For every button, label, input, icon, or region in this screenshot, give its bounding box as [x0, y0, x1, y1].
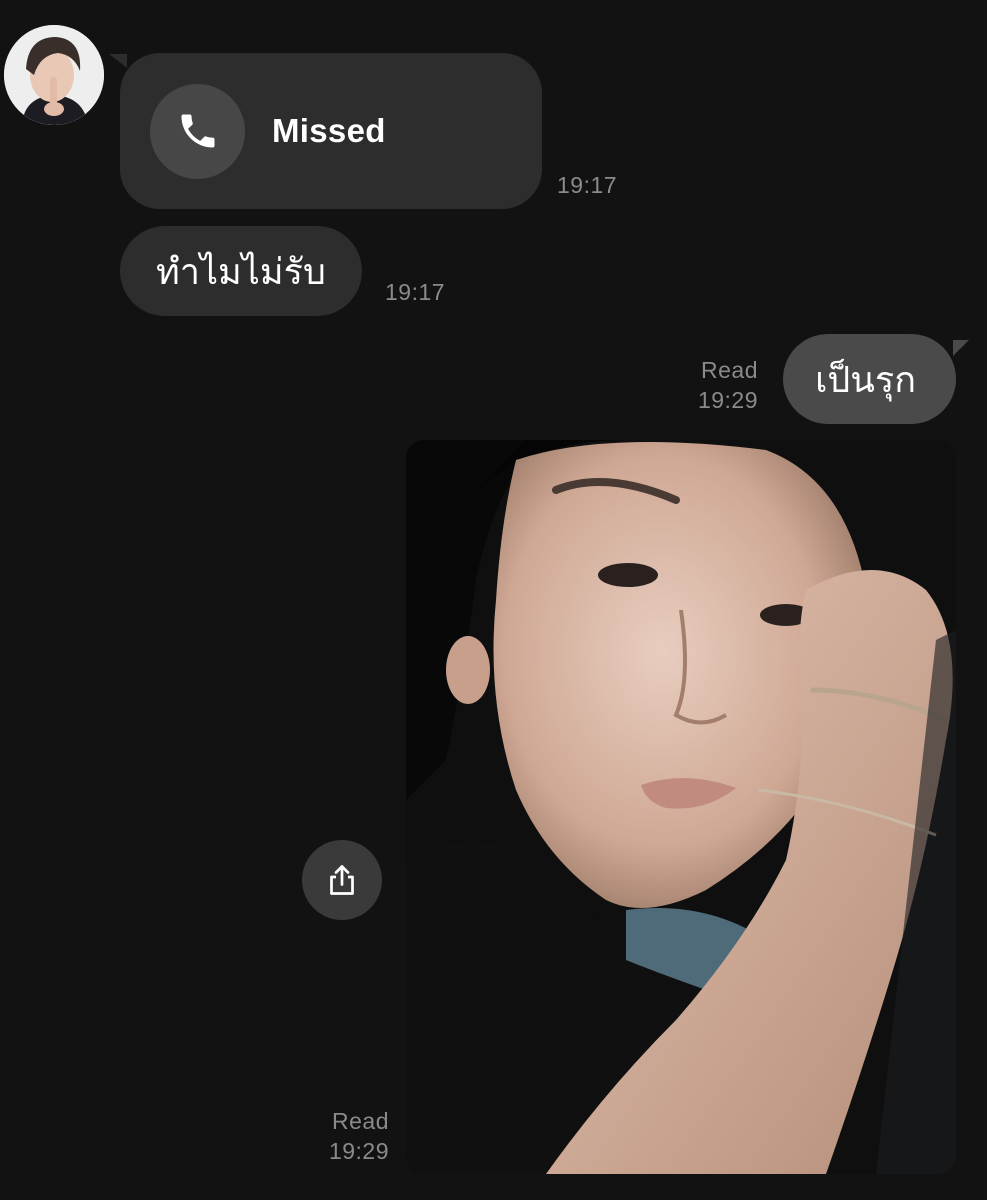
- message-text: ทำไมไม่รับ: [156, 251, 326, 293]
- missed-call-bubble[interactable]: Missed: [120, 53, 542, 209]
- message-time: 19:29: [697, 387, 758, 413]
- outgoing-message-bubble[interactable]: เป็นรุก: [783, 334, 956, 424]
- bubble-tail: [109, 54, 127, 68]
- photo-image: [406, 440, 956, 1174]
- read-receipt: Read 19:29: [698, 355, 758, 415]
- message-text: เป็นรุก: [815, 359, 916, 401]
- call-status-label: Missed: [272, 112, 386, 149]
- read-receipt: Read 19:29: [329, 1106, 389, 1166]
- avatar-photo: [4, 25, 104, 125]
- incoming-message-bubble[interactable]: ทำไมไม่รับ: [120, 226, 362, 316]
- photo-message[interactable]: [406, 440, 956, 1174]
- bubble-tail: [953, 340, 969, 356]
- share-button[interactable]: [302, 840, 382, 920]
- read-label: Read: [332, 1108, 389, 1134]
- read-label: Read: [701, 357, 758, 383]
- contact-avatar[interactable]: [4, 25, 104, 125]
- phone-icon: [181, 114, 214, 148]
- call-icon-circle: [150, 83, 245, 179]
- message-time: 19:17: [557, 172, 618, 198]
- message-time: 19:17: [385, 279, 446, 305]
- message-time: 19:29: [328, 1138, 389, 1164]
- share-icon: [330, 865, 354, 895]
